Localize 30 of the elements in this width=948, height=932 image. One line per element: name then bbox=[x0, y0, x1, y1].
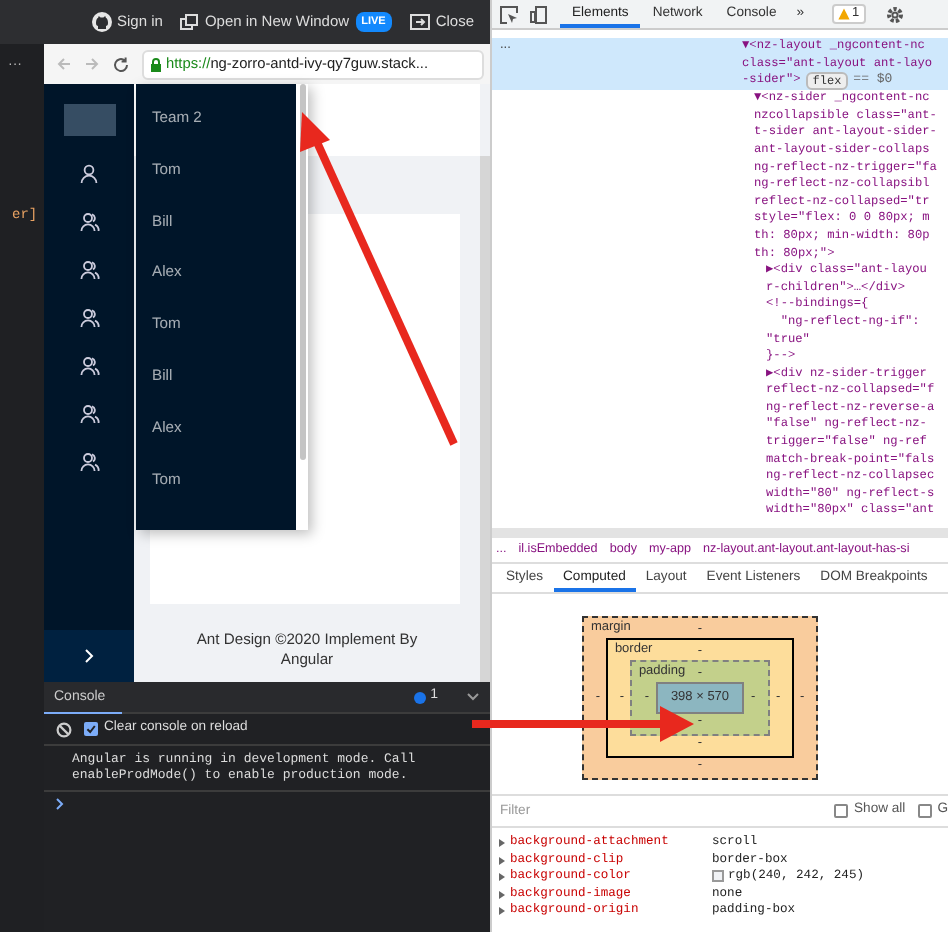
warning-icon bbox=[838, 8, 850, 20]
user-icon[interactable] bbox=[80, 164, 98, 184]
chevron-down-icon[interactable] bbox=[466, 692, 480, 702]
chevron-right-icon bbox=[84, 648, 94, 664]
device-icon[interactable] bbox=[530, 5, 548, 23]
team-icon[interactable] bbox=[79, 308, 99, 328]
team-icon[interactable] bbox=[79, 356, 99, 376]
prompt-icon[interactable] bbox=[56, 797, 64, 810]
block-icon[interactable] bbox=[56, 721, 72, 737]
info-icon bbox=[414, 691, 427, 703]
scrollbar[interactable] bbox=[480, 156, 490, 682]
check-icon bbox=[86, 724, 96, 734]
exit-icon[interactable] bbox=[409, 14, 430, 30]
checkbox[interactable] bbox=[834, 804, 848, 818]
logo-icon[interactable] bbox=[91, 12, 112, 32]
windows-icon[interactable] bbox=[180, 14, 199, 30]
reload-icon[interactable] bbox=[112, 55, 130, 73]
checkbox[interactable] bbox=[917, 804, 932, 818]
team-icon[interactable] bbox=[79, 404, 99, 424]
team-icon[interactable] bbox=[79, 452, 99, 472]
scrollbar[interactable] bbox=[492, 528, 948, 538]
team-icon[interactable] bbox=[79, 212, 99, 232]
checkbox[interactable] bbox=[84, 722, 98, 736]
inspect-icon[interactable] bbox=[500, 5, 518, 23]
color-swatch[interactable] bbox=[712, 870, 724, 883]
team-icon[interactable] bbox=[79, 260, 99, 280]
settings-icon[interactable] bbox=[885, 5, 904, 23]
lock-icon bbox=[150, 57, 162, 71]
scrollbar[interactable] bbox=[299, 84, 305, 460]
logo-placeholder bbox=[63, 104, 115, 136]
